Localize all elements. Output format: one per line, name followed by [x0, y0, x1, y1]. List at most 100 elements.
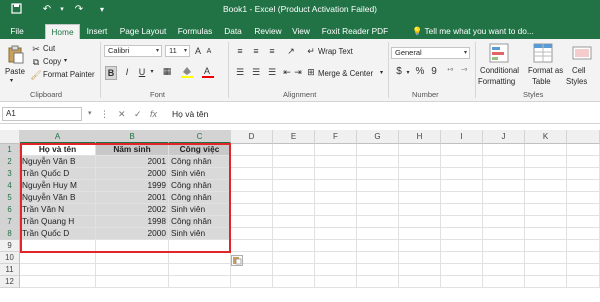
tab-view[interactable]: View: [289, 24, 313, 39]
table-cell[interactable]: Công nhân: [169, 192, 231, 204]
table-cell[interactable]: 2001: [96, 192, 169, 204]
paste-options-icon[interactable]: [231, 255, 243, 266]
empty-cell[interactable]: [483, 156, 525, 168]
column-header[interactable]: I: [441, 130, 483, 144]
empty-cell[interactable]: [483, 144, 525, 156]
align-left-icon[interactable]: ☰: [234, 66, 246, 78]
increase-font-icon[interactable]: A: [193, 45, 203, 57]
empty-cell[interactable]: [525, 180, 567, 192]
empty-cell[interactable]: [231, 156, 273, 168]
row-header[interactable]: 10: [0, 252, 20, 264]
empty-cell[interactable]: [357, 168, 399, 180]
empty-cell[interactable]: [399, 276, 441, 288]
tab-page-layout[interactable]: Page Layout: [117, 24, 169, 39]
column-header-overflow[interactable]: [567, 130, 600, 144]
empty-cell[interactable]: [399, 216, 441, 228]
empty-cell[interactable]: [315, 216, 357, 228]
tab-home[interactable]: Home: [45, 24, 80, 39]
orientation-icon[interactable]: ↗: [284, 45, 298, 57]
font-name-dropdown[interactable]: Calibri ▾: [104, 45, 162, 57]
empty-cell[interactable]: [273, 252, 315, 264]
comma-button[interactable]: 9: [429, 66, 439, 78]
row-header[interactable]: 6: [0, 204, 20, 216]
align-bottom-icon[interactable]: ≡: [266, 45, 278, 57]
font-size-dropdown[interactable]: 11 ▾: [165, 45, 190, 57]
bold-button[interactable]: B: [105, 66, 117, 80]
empty-cell[interactable]: [357, 264, 399, 276]
empty-cell[interactable]: [399, 168, 441, 180]
empty-cell[interactable]: [567, 264, 600, 276]
empty-cell[interactable]: [96, 264, 169, 276]
empty-cell[interactable]: [20, 264, 96, 276]
empty-cell[interactable]: [567, 168, 600, 180]
empty-cell[interactable]: [441, 252, 483, 264]
decrease-indent-icon[interactable]: ⇤: [282, 66, 292, 78]
empty-cell[interactable]: [441, 156, 483, 168]
empty-cell[interactable]: [525, 252, 567, 264]
empty-cell[interactable]: [567, 216, 600, 228]
cell-styles-label[interactable]: Styles: [566, 77, 587, 86]
table-cell[interactable]: Sinh viên: [169, 168, 231, 180]
table-cell[interactable]: Công nhân: [169, 180, 231, 192]
row-header[interactable]: 7: [0, 216, 20, 228]
empty-cell[interactable]: [357, 156, 399, 168]
empty-cell[interactable]: [315, 180, 357, 192]
empty-cell[interactable]: [483, 216, 525, 228]
table-cell[interactable]: Trần Quốc D: [20, 168, 96, 180]
empty-cell[interactable]: [357, 216, 399, 228]
align-right-icon[interactable]: ☰: [266, 66, 278, 78]
row-header[interactable]: 9: [0, 240, 20, 252]
empty-cell[interactable]: [441, 276, 483, 288]
borders-icon[interactable]: ▦: [160, 65, 174, 77]
column-header[interactable]: B: [96, 130, 169, 144]
empty-cell[interactable]: [441, 144, 483, 156]
empty-cell[interactable]: [96, 276, 169, 288]
empty-cell[interactable]: [399, 204, 441, 216]
cell-styles-button[interactable]: Cell: [572, 66, 585, 75]
empty-cell[interactable]: [483, 192, 525, 204]
empty-cell[interactable]: [567, 276, 600, 288]
row-header[interactable]: 12: [0, 276, 20, 288]
empty-cell[interactable]: [169, 240, 231, 252]
percent-button[interactable]: %: [414, 66, 426, 78]
table-header-cell[interactable]: Năm sinh: [96, 144, 169, 156]
empty-cell[interactable]: [441, 180, 483, 192]
empty-cell[interactable]: [441, 192, 483, 204]
spreadsheet-grid[interactable]: A B C D E F G H I J K 1 2 3 4 5 6 7 8 9 …: [0, 130, 600, 302]
cut-icon[interactable]: ✂: [30, 43, 42, 55]
format-as-table-label[interactable]: Table: [532, 77, 551, 86]
empty-cell[interactable]: [273, 264, 315, 276]
empty-cell[interactable]: [525, 264, 567, 276]
copy-dropdown-icon[interactable]: ▾: [64, 57, 67, 64]
align-middle-icon[interactable]: ≡: [250, 45, 262, 57]
empty-cell[interactable]: [357, 180, 399, 192]
cell-styles-icon[interactable]: [572, 43, 592, 61]
paste-dropdown-icon[interactable]: ▾: [10, 77, 13, 84]
table-cell[interactable]: 2001: [96, 156, 169, 168]
table-cell[interactable]: Công nhân: [169, 156, 231, 168]
confirm-icon[interactable]: ✓: [134, 107, 142, 121]
table-cell[interactable]: Trần Quang H: [20, 216, 96, 228]
empty-cell[interactable]: [315, 240, 357, 252]
empty-cell[interactable]: [567, 156, 600, 168]
empty-cell[interactable]: [483, 228, 525, 240]
empty-cell[interactable]: [273, 216, 315, 228]
merge-center-button[interactable]: Merge & Center: [318, 69, 373, 78]
table-cell[interactable]: Trần Quốc D: [20, 228, 96, 240]
italic-button[interactable]: I: [121, 66, 133, 78]
empty-cell[interactable]: [483, 252, 525, 264]
conditional-formatting-label[interactable]: Formatting: [478, 77, 515, 86]
empty-cell[interactable]: [567, 204, 600, 216]
empty-cell[interactable]: [231, 192, 273, 204]
empty-cell[interactable]: [231, 144, 273, 156]
empty-cell[interactable]: [441, 240, 483, 252]
empty-cell[interactable]: [231, 276, 273, 288]
empty-cell[interactable]: [231, 168, 273, 180]
table-cell[interactable]: Công nhân: [169, 216, 231, 228]
format-as-table-button[interactable]: Format as: [528, 66, 563, 75]
merge-dropdown-icon[interactable]: ▾: [380, 69, 383, 76]
empty-cell[interactable]: [20, 276, 96, 288]
empty-cell[interactable]: [525, 144, 567, 156]
empty-cell[interactable]: [483, 276, 525, 288]
empty-cell[interactable]: [357, 192, 399, 204]
